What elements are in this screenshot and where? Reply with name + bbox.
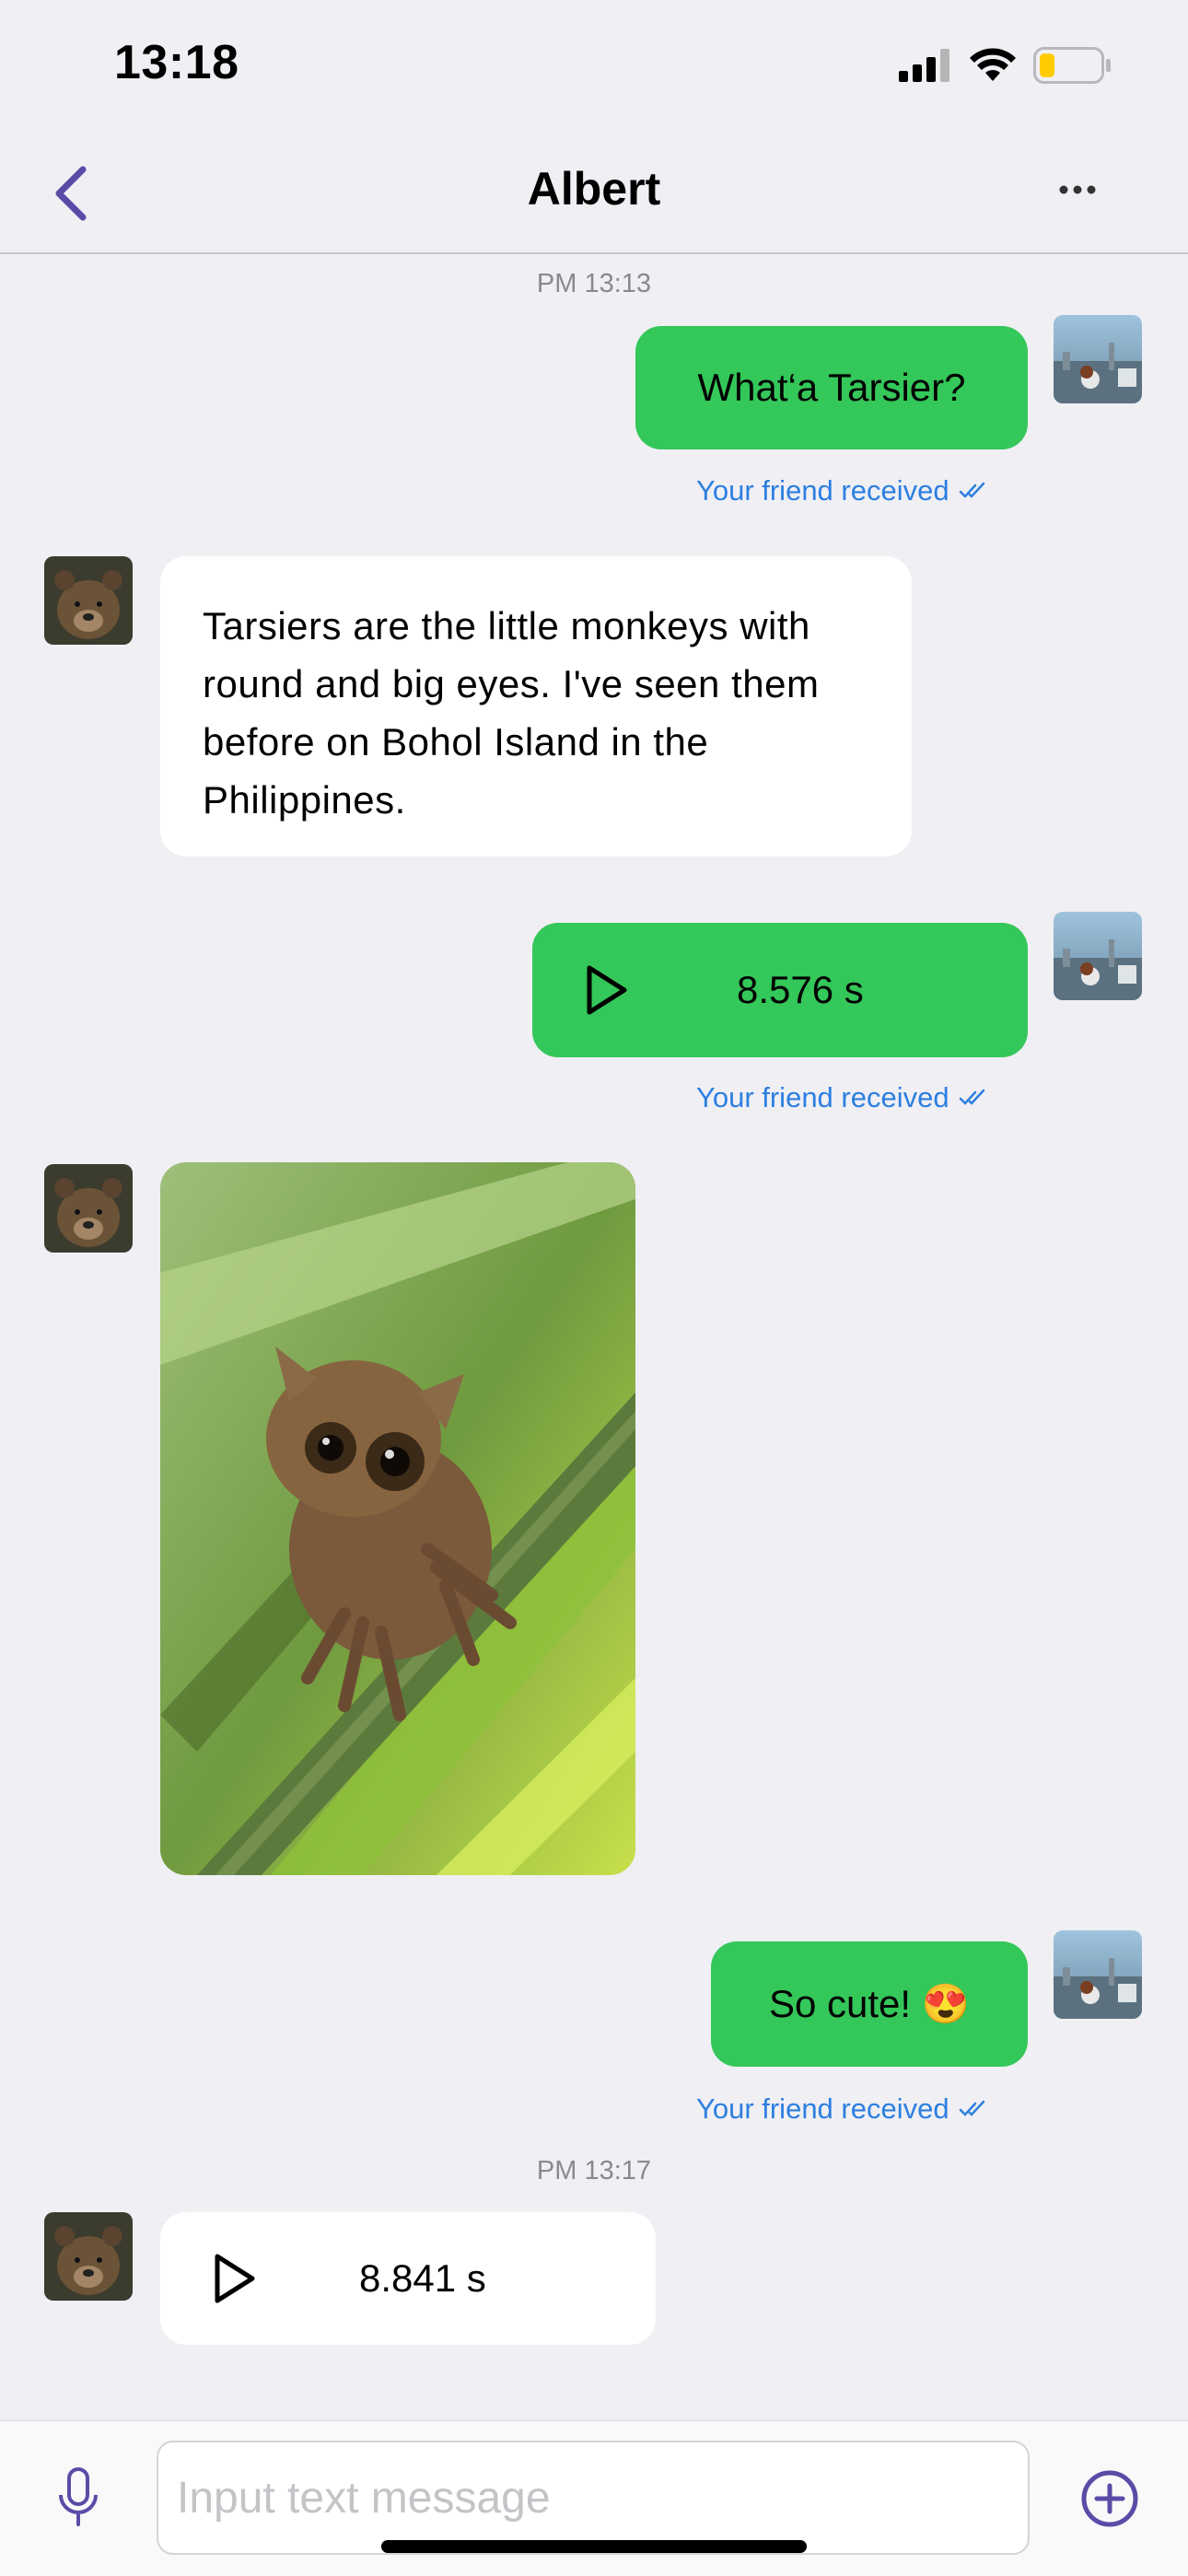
message-input[interactable] [157,2441,1030,2555]
microphone-button[interactable] [46,2461,111,2535]
chat-title: Albert [527,163,661,215]
voice-duration: 8.841 s [359,2256,486,2300]
contact-avatar[interactable] [44,1164,133,1253]
more-button[interactable] [1050,162,1105,217]
my-avatar[interactable] [1054,1930,1142,2019]
voice-duration: 8.576 s [737,968,864,1011]
play-icon[interactable] [212,2253,258,2304]
contact-avatar[interactable] [44,556,133,645]
receipt-text: Your friend received [696,1081,949,1113]
receipt-text: Your friend received [696,474,949,507]
read-receipt: Your friend received [696,1081,986,1114]
receipt-text: Your friend received [696,2092,949,2125]
incoming-message-bubble[interactable]: Tarsiers are the little monkeys with rou… [160,556,912,857]
battery-icon [1033,46,1112,88]
status-icons [899,44,1112,90]
read-receipt: Your friend received [696,474,986,507]
timestamp: PM 13:13 [536,269,652,298]
double-check-icon [959,2100,984,2116]
ellipsis-icon [1059,185,1096,194]
timestamp: PM 13:17 [536,2156,652,2186]
double-check-icon [959,482,984,498]
status-time: 13:18 [114,36,239,89]
outgoing-message-bubble[interactable]: So cute! 😍 [711,1941,1028,2067]
plus-circle-icon [1081,2470,1138,2527]
microphone-icon [59,2467,98,2526]
outgoing-message-bubble[interactable]: What‘a Tarsier? [635,326,1028,449]
outgoing-voice-message[interactable]: 8.576 s [532,923,1028,1057]
message-text: So cute! 😍 [768,1981,971,2025]
contact-avatar[interactable] [44,2212,133,2301]
tarsier-photo[interactable] [160,1162,635,1875]
add-attachment-button[interactable] [1077,2466,1142,2531]
message-text: Tarsiers are the little monkeys with rou… [203,604,820,822]
double-check-icon [959,1089,984,1105]
home-indicator [381,2540,807,2553]
message-text: What‘a Tarsier? [697,366,966,409]
signal-icon [899,48,952,87]
incoming-voice-message[interactable]: 8.841 s [160,2212,656,2345]
play-icon[interactable] [584,964,630,1016]
read-receipt: Your friend received [696,2092,986,2126]
wifi-icon [969,47,1017,87]
my-avatar[interactable] [1054,912,1142,1000]
my-avatar[interactable] [1054,315,1142,403]
